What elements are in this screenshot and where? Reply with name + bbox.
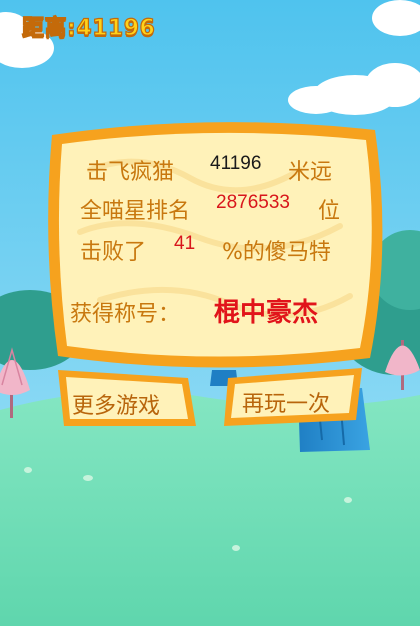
play-again-button[interactable]: 再玩一次 — [224, 368, 362, 426]
earned-title-value: 棍中豪杰 — [214, 298, 319, 328]
game-scene — [0, 0, 420, 626]
launch-distance-label: 击飞疯猫 — [86, 160, 175, 185]
more-games-button[interactable]: 更多游戏 — [58, 370, 196, 426]
global-rank-unit: 位 — [318, 199, 341, 224]
defeated-suffix: %的傻马特 — [222, 240, 331, 265]
distance-label: 距离: — [21, 15, 77, 41]
launch-distance-value: 41196 — [210, 153, 262, 174]
launch-distance-unit: 米远 — [288, 160, 333, 185]
global-rank-label: 全喵星排名 — [80, 199, 191, 224]
distance-value: 41196 — [76, 15, 156, 41]
defeated-label: 击败了 — [80, 240, 147, 265]
play-again-label: 再玩一次 — [242, 392, 331, 417]
defeated-percent-value: 41 — [174, 233, 196, 254]
earned-title-label: 获得称号： — [70, 302, 181, 327]
more-games-label: 更多游戏 — [72, 394, 161, 419]
global-rank-value: 2876533 — [216, 192, 290, 213]
distance-readout: 距离:41196 — [21, 10, 156, 42]
